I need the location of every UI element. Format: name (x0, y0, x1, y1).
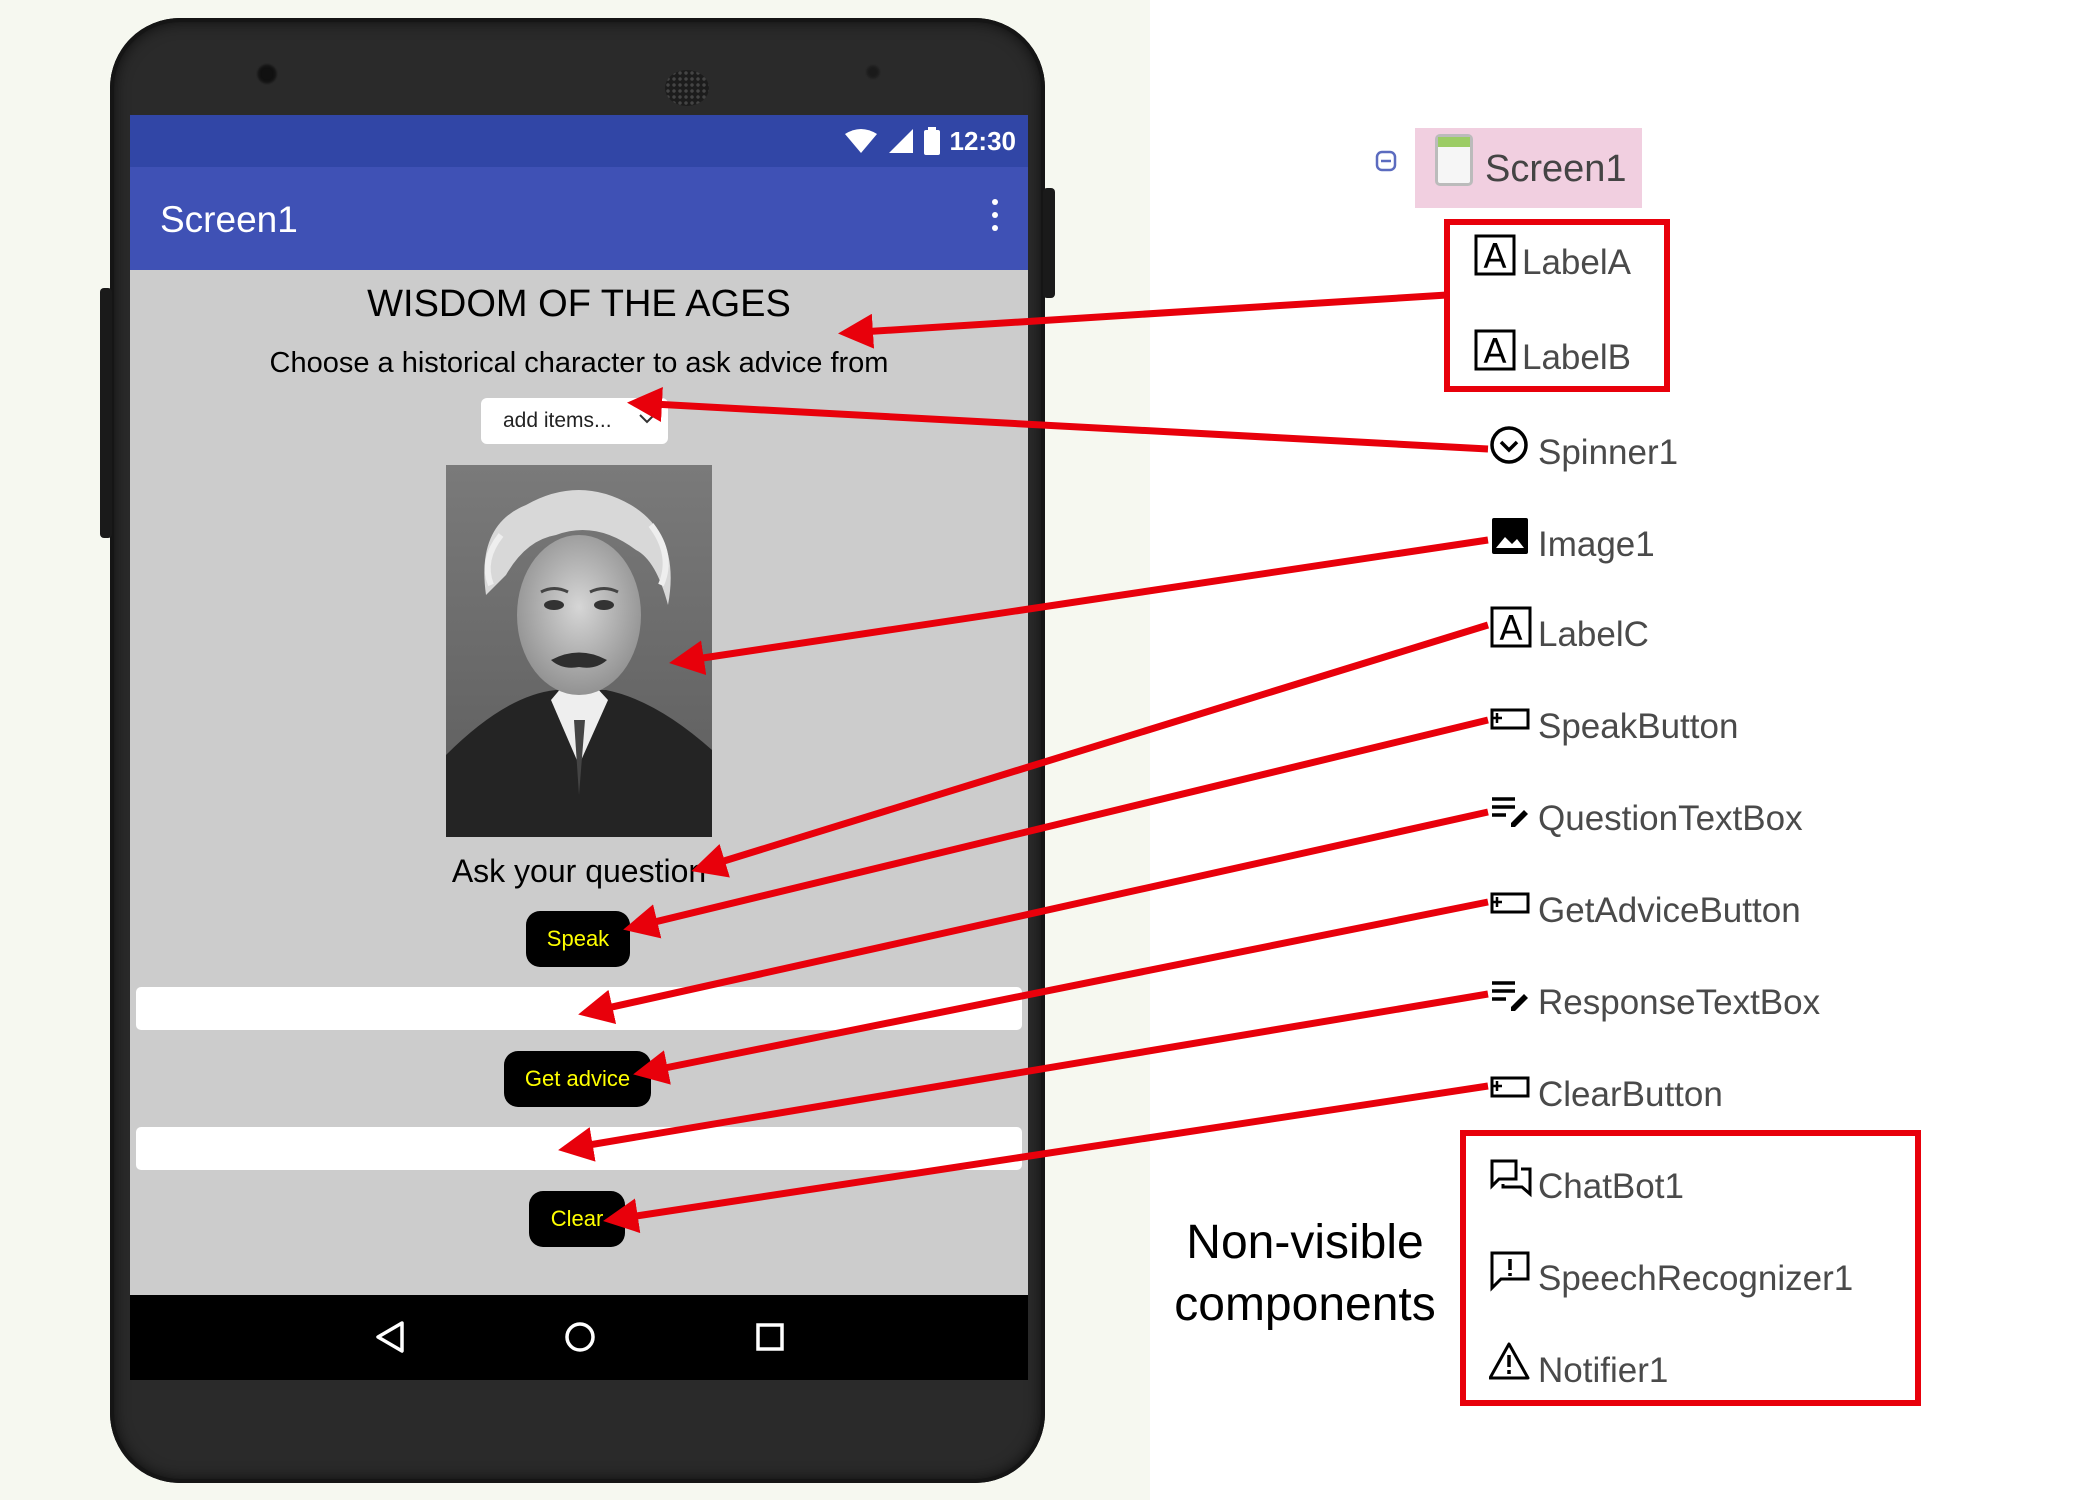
arrow-responsetextbox (558, 990, 1489, 1162)
arrow-questiontextbox (578, 808, 1489, 1024)
arrow-speakbutton (623, 716, 1489, 939)
arrow-labela (838, 291, 1448, 349)
arrow-clearbutton (603, 1082, 1489, 1234)
arrow-getadvicebutton (633, 898, 1489, 1085)
arrow-image1 (669, 536, 1489, 676)
annotation-arrows (558, 291, 1490, 1234)
arrow-spinner1 (627, 387, 1489, 453)
